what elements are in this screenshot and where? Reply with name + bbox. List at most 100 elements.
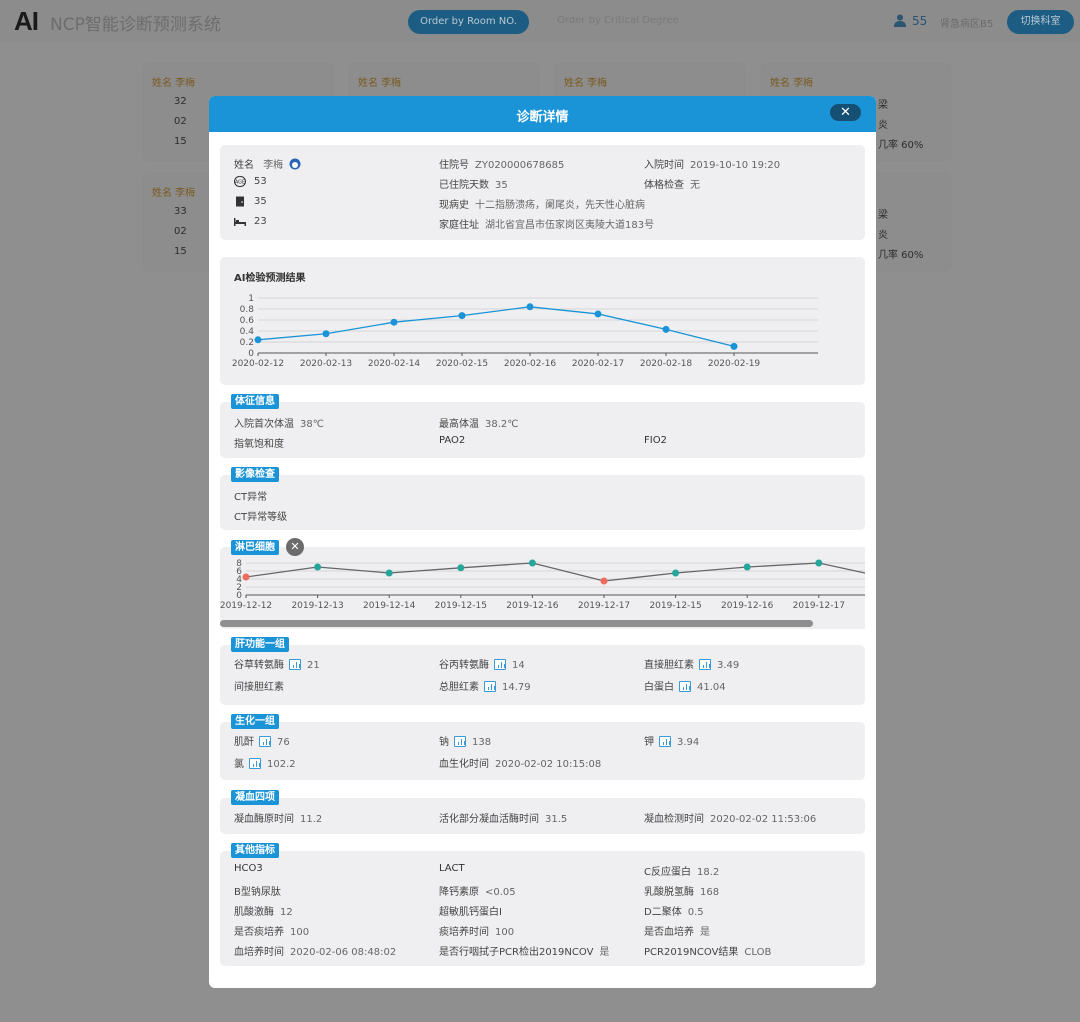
x-tick-label: 2020-02-16 <box>504 359 557 369</box>
sputum-value: 100 <box>290 927 310 938</box>
data-point[interactable] <box>458 312 466 320</box>
exam-value: 无 <box>690 180 700 191</box>
aptt-value: 31.5 <box>545 814 568 825</box>
series-line <box>257 306 735 348</box>
trend-chart-icon[interactable] <box>494 659 506 670</box>
data-point[interactable] <box>528 559 536 567</box>
switch-department-button[interactable]: 切换科室 <box>1007 10 1074 34</box>
card-name: 姓名 李梅 <box>152 78 196 89</box>
order-by-critical-link[interactable]: Order by Critical Degree <box>557 15 679 26</box>
pcr-result: CLOB <box>744 947 772 958</box>
tbil-label: 总胆红素 <box>439 682 479 693</box>
coag-time: 2020-02-02 11:53:06 <box>710 814 817 825</box>
data-point[interactable] <box>242 573 250 581</box>
lymph-chart: 024682019-12-12 2019-12-13 2019-12-14 2019-… <box>220 559 865 611</box>
trend-chart-icon[interactable] <box>679 681 691 692</box>
data-point[interactable] <box>600 577 608 585</box>
history-label: 现病史 <box>439 200 469 211</box>
trend-chart-icon[interactable] <box>289 659 301 670</box>
trend-chart-icon[interactable] <box>484 681 496 692</box>
bed-icon <box>234 218 246 226</box>
liver-badge: 肝功能一组 <box>231 637 289 652</box>
pt-value: 11.2 <box>300 814 323 825</box>
data-point[interactable] <box>743 563 751 571</box>
lact-label: LACT <box>439 863 465 874</box>
ward-name: 肾急病区B5 <box>940 19 994 30</box>
ck-label: 肌酸激酶 <box>234 907 274 918</box>
max-temp: 38.2℃ <box>485 419 519 430</box>
alb-label: 白蛋白 <box>644 682 674 693</box>
pt-label: 凝血酶原时间 <box>234 814 294 825</box>
data-point[interactable] <box>594 310 602 318</box>
pcr-result-label: PCR2019NCOV结果 <box>644 947 739 958</box>
vitals-section: 入院首次体温 38℃ 最高体温 38.2℃ 指氧饱和度 PAO2 FIO2 <box>220 402 865 458</box>
hospital-no-label: 住院号 <box>439 160 469 171</box>
avatar-icon <box>289 158 301 170</box>
trend-chart-icon[interactable] <box>259 736 271 747</box>
tbil-value: 14.79 <box>502 682 531 693</box>
x-tick-label: 2019-12-14 <box>363 601 416 611</box>
card-extra: 梁 <box>878 210 888 221</box>
admit-time-label: 入院时间 <box>644 160 684 171</box>
patient-name: 李梅 <box>263 160 284 171</box>
hospital-no: ZY020000678685 <box>475 160 565 171</box>
k-value: 3.94 <box>677 737 700 748</box>
x-tick-label: 2020-02-14 <box>368 359 421 369</box>
ai-prediction-chart: 00.20.40.60.81 2020-02-12 2020-02-13 2020-0… <box>232 294 818 369</box>
patient-name-field: 姓名 李梅 <box>234 156 301 171</box>
history-value: 十二指肠溃疡，阑尾炎，先天性心脏病 <box>475 200 645 211</box>
trend-chart-icon[interactable] <box>454 736 466 747</box>
card-age: 32 <box>174 96 187 107</box>
crea-label: 肌酐 <box>234 737 254 748</box>
trend-chart-icon[interactable] <box>659 736 671 747</box>
aptt-field: 活化部分凝血活酶时间 31.5 <box>439 810 567 825</box>
ddimer-label: D二聚体 <box>644 907 682 918</box>
na-field: 钠 138 <box>439 733 491 748</box>
pt-field: 凝血酶原时间 11.2 <box>234 810 322 825</box>
card-name: 姓名 李梅 <box>152 188 196 199</box>
data-point[interactable] <box>314 563 322 571</box>
y-tick-label: 0.2 <box>240 338 254 348</box>
x-tick-label: 2019-12-13 <box>291 601 343 611</box>
blood-time-label: 血培养时间 <box>234 947 284 958</box>
y-tick-label: 0.4 <box>240 327 255 337</box>
order-by-room-button[interactable]: Order by Room NO. <box>408 10 529 34</box>
crp-label: C反应蛋白 <box>644 867 691 878</box>
blood-cult-field: 是否血培养是 <box>644 923 710 938</box>
patient-room: 35 <box>254 196 267 207</box>
trend-chart-icon[interactable] <box>699 659 711 670</box>
imaging-badge: 影像检查 <box>231 467 279 482</box>
data-point[interactable] <box>322 330 330 338</box>
ast-label: 谷草转氨酶 <box>234 660 284 671</box>
card-extra: 几率 60% <box>878 250 924 261</box>
k-field: 钾 3.94 <box>644 733 699 748</box>
crp-field: C反应蛋白 18.2 <box>644 863 719 878</box>
y-tick-label: 8 <box>236 559 242 569</box>
lymph-close-button[interactable]: ✕ <box>286 538 304 556</box>
data-point[interactable] <box>457 564 465 572</box>
ct-level-label: CT异常等级 <box>234 512 288 523</box>
coag-badge: 凝血四项 <box>231 790 279 805</box>
chart-scrollbar[interactable] <box>220 620 813 627</box>
data-point[interactable] <box>730 342 738 350</box>
x-tick-label: 2020-02-15 <box>436 359 488 369</box>
x-tick-label: 2020-02-18 <box>640 359 693 369</box>
address-field: 家庭住址 湖北省宜昌市伍家岗区夷陵大道183号 <box>439 216 654 231</box>
trend-chart-icon[interactable] <box>249 758 261 769</box>
pao2-label: PAO2 <box>439 435 466 446</box>
x-tick-label: 2019-12-17 <box>578 601 630 611</box>
data-point[interactable] <box>815 559 823 567</box>
card-bed: 15 <box>174 136 187 147</box>
data-point[interactable] <box>526 303 534 311</box>
close-button[interactable]: ✕ <box>830 104 861 121</box>
data-point[interactable] <box>672 569 680 577</box>
alt-value: 14 <box>512 660 525 671</box>
ai-chart-title: AI检验预测结果 <box>234 273 306 284</box>
fio2-label: FIO2 <box>644 435 667 446</box>
x-tick-label: 2020-02-13 <box>300 359 352 369</box>
patient-info-section: 姓名 李梅 AGE 53 35 23 住院号 ZY020000678685 已住院… <box>220 145 865 240</box>
data-point[interactable] <box>254 336 262 344</box>
data-point[interactable] <box>385 569 393 577</box>
data-point[interactable] <box>390 318 398 326</box>
data-point[interactable] <box>662 325 670 333</box>
